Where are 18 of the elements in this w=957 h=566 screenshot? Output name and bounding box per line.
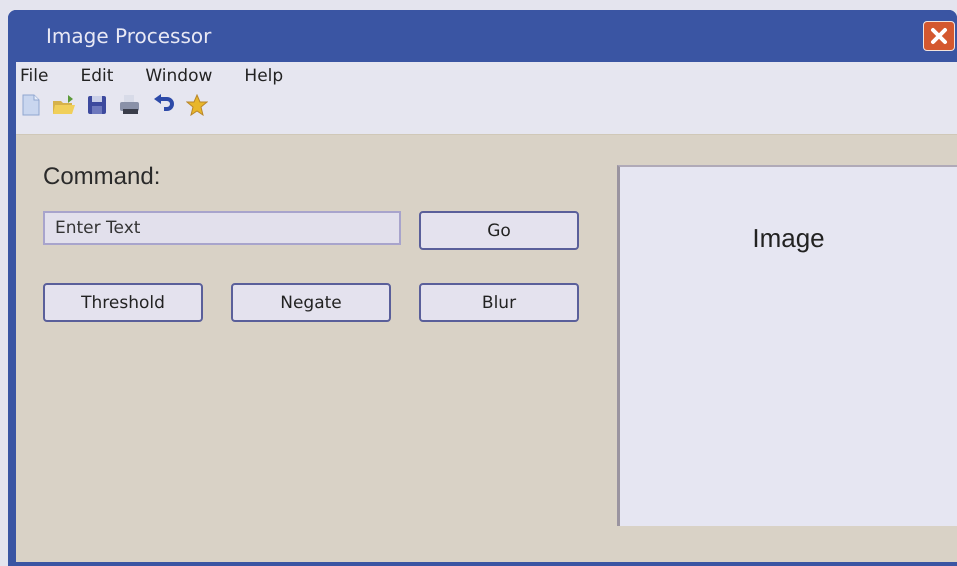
open-folder-icon[interactable]: [52, 94, 76, 116]
printer-icon[interactable]: [118, 94, 142, 116]
go-button[interactable]: Go: [419, 211, 579, 250]
save-icon[interactable]: [86, 94, 108, 116]
action-button[interactable]: Blur: [419, 283, 579, 322]
close-button[interactable]: [923, 21, 955, 51]
menu-item[interactable]: Help: [244, 66, 284, 86]
action-button[interactable]: Negate: [231, 283, 391, 322]
action-button[interactable]: Threshold: [43, 283, 203, 322]
star-icon[interactable]: [186, 94, 208, 116]
command-label: Command:: [43, 163, 162, 191]
menu-item[interactable]: Window: [145, 66, 212, 86]
image-label: Image: [752, 223, 825, 254]
menu-item[interactable]: Edit: [80, 66, 114, 86]
menu-item[interactable]: File: [20, 66, 48, 86]
command-input-field[interactable]: Enter Text: [43, 211, 401, 245]
window-title: Image Processor: [46, 24, 212, 48]
close-icon: [929, 26, 949, 46]
